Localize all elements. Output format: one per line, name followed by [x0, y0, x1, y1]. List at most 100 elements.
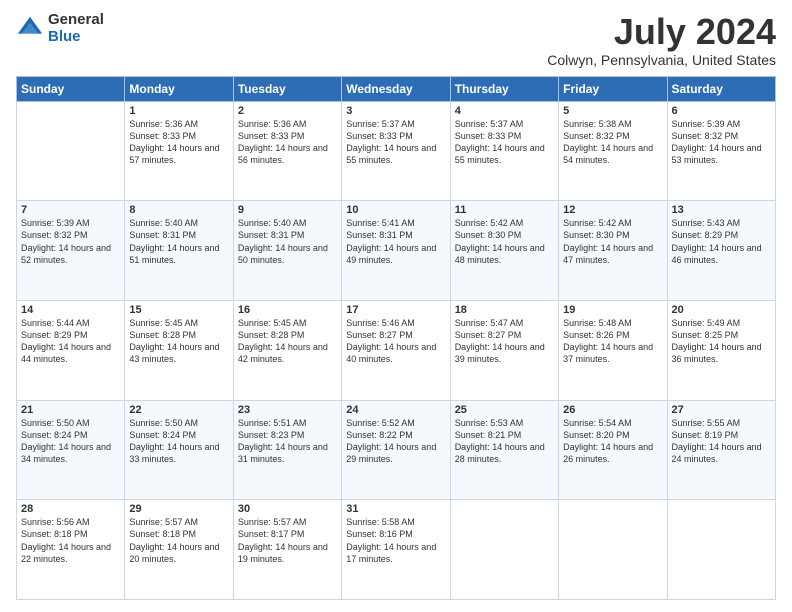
day-number: 24 [346, 404, 445, 416]
day-number: 7 [21, 204, 120, 216]
day-number: 8 [129, 204, 228, 216]
day-number: 13 [672, 204, 771, 216]
day-cell: 11Sunrise: 5:42 AMSunset: 8:30 PMDayligh… [450, 201, 558, 301]
day-cell: 31Sunrise: 5:58 AMSunset: 8:16 PMDayligh… [342, 500, 450, 600]
day-cell: 23Sunrise: 5:51 AMSunset: 8:23 PMDayligh… [233, 400, 341, 500]
col-header-thursday: Thursday [450, 76, 558, 101]
logo-blue: Blue [48, 29, 104, 46]
day-info: Sunrise: 5:39 AMSunset: 8:32 PMDaylight:… [21, 217, 120, 266]
day-cell [667, 500, 775, 600]
day-number: 3 [346, 105, 445, 117]
day-cell: 24Sunrise: 5:52 AMSunset: 8:22 PMDayligh… [342, 400, 450, 500]
day-info: Sunrise: 5:57 AMSunset: 8:17 PMDaylight:… [238, 516, 337, 565]
day-info: Sunrise: 5:52 AMSunset: 8:22 PMDaylight:… [346, 417, 445, 466]
header: General Blue July 2024 Colwyn, Pennsylva… [16, 12, 776, 68]
day-info: Sunrise: 5:45 AMSunset: 8:28 PMDaylight:… [238, 317, 337, 366]
logo: General Blue [16, 12, 104, 45]
day-number: 22 [129, 404, 228, 416]
logo-text: General Blue [48, 12, 104, 45]
day-cell: 17Sunrise: 5:46 AMSunset: 8:27 PMDayligh… [342, 300, 450, 400]
day-cell: 4Sunrise: 5:37 AMSunset: 8:33 PMDaylight… [450, 101, 558, 201]
day-cell: 7Sunrise: 5:39 AMSunset: 8:32 PMDaylight… [17, 201, 125, 301]
day-number: 9 [238, 204, 337, 216]
day-info: Sunrise: 5:37 AMSunset: 8:33 PMDaylight:… [455, 118, 554, 167]
day-cell: 6Sunrise: 5:39 AMSunset: 8:32 PMDaylight… [667, 101, 775, 201]
day-cell [450, 500, 558, 600]
day-info: Sunrise: 5:56 AMSunset: 8:18 PMDaylight:… [21, 516, 120, 565]
day-info: Sunrise: 5:53 AMSunset: 8:21 PMDaylight:… [455, 417, 554, 466]
header-row: SundayMondayTuesdayWednesdayThursdayFrid… [17, 76, 776, 101]
page: General Blue July 2024 Colwyn, Pennsylva… [0, 0, 792, 612]
week-row-0: 1Sunrise: 5:36 AMSunset: 8:33 PMDaylight… [17, 101, 776, 201]
day-number: 15 [129, 304, 228, 316]
day-number: 20 [672, 304, 771, 316]
day-number: 17 [346, 304, 445, 316]
day-info: Sunrise: 5:58 AMSunset: 8:16 PMDaylight:… [346, 516, 445, 565]
day-number: 27 [672, 404, 771, 416]
week-row-4: 28Sunrise: 5:56 AMSunset: 8:18 PMDayligh… [17, 500, 776, 600]
day-cell: 21Sunrise: 5:50 AMSunset: 8:24 PMDayligh… [17, 400, 125, 500]
day-number: 28 [21, 503, 120, 515]
day-cell: 10Sunrise: 5:41 AMSunset: 8:31 PMDayligh… [342, 201, 450, 301]
day-cell: 15Sunrise: 5:45 AMSunset: 8:28 PMDayligh… [125, 300, 233, 400]
day-cell: 18Sunrise: 5:47 AMSunset: 8:27 PMDayligh… [450, 300, 558, 400]
day-info: Sunrise: 5:42 AMSunset: 8:30 PMDaylight:… [455, 217, 554, 266]
day-cell: 2Sunrise: 5:36 AMSunset: 8:33 PMDaylight… [233, 101, 341, 201]
day-cell: 30Sunrise: 5:57 AMSunset: 8:17 PMDayligh… [233, 500, 341, 600]
day-cell: 16Sunrise: 5:45 AMSunset: 8:28 PMDayligh… [233, 300, 341, 400]
day-number: 30 [238, 503, 337, 515]
logo-icon [16, 15, 44, 43]
day-cell [17, 101, 125, 201]
day-number: 23 [238, 404, 337, 416]
logo-general: General [48, 12, 104, 29]
day-number: 19 [563, 304, 662, 316]
day-info: Sunrise: 5:51 AMSunset: 8:23 PMDaylight:… [238, 417, 337, 466]
day-info: Sunrise: 5:49 AMSunset: 8:25 PMDaylight:… [672, 317, 771, 366]
day-info: Sunrise: 5:46 AMSunset: 8:27 PMDaylight:… [346, 317, 445, 366]
col-header-tuesday: Tuesday [233, 76, 341, 101]
day-cell: 29Sunrise: 5:57 AMSunset: 8:18 PMDayligh… [125, 500, 233, 600]
day-number: 1 [129, 105, 228, 117]
day-info: Sunrise: 5:50 AMSunset: 8:24 PMDaylight:… [129, 417, 228, 466]
week-row-2: 14Sunrise: 5:44 AMSunset: 8:29 PMDayligh… [17, 300, 776, 400]
subtitle: Colwyn, Pennsylvania, United States [547, 52, 776, 68]
day-number: 21 [21, 404, 120, 416]
day-info: Sunrise: 5:36 AMSunset: 8:33 PMDaylight:… [129, 118, 228, 167]
day-info: Sunrise: 5:40 AMSunset: 8:31 PMDaylight:… [129, 217, 228, 266]
main-title: July 2024 [547, 12, 776, 52]
col-header-wednesday: Wednesday [342, 76, 450, 101]
day-number: 31 [346, 503, 445, 515]
day-info: Sunrise: 5:41 AMSunset: 8:31 PMDaylight:… [346, 217, 445, 266]
day-cell: 5Sunrise: 5:38 AMSunset: 8:32 PMDaylight… [559, 101, 667, 201]
day-number: 10 [346, 204, 445, 216]
day-info: Sunrise: 5:44 AMSunset: 8:29 PMDaylight:… [21, 317, 120, 366]
day-info: Sunrise: 5:37 AMSunset: 8:33 PMDaylight:… [346, 118, 445, 167]
day-cell: 13Sunrise: 5:43 AMSunset: 8:29 PMDayligh… [667, 201, 775, 301]
col-header-sunday: Sunday [17, 76, 125, 101]
day-info: Sunrise: 5:48 AMSunset: 8:26 PMDaylight:… [563, 317, 662, 366]
day-number: 29 [129, 503, 228, 515]
day-info: Sunrise: 5:47 AMSunset: 8:27 PMDaylight:… [455, 317, 554, 366]
day-number: 6 [672, 105, 771, 117]
day-cell: 12Sunrise: 5:42 AMSunset: 8:30 PMDayligh… [559, 201, 667, 301]
day-cell: 3Sunrise: 5:37 AMSunset: 8:33 PMDaylight… [342, 101, 450, 201]
day-number: 11 [455, 204, 554, 216]
day-cell: 26Sunrise: 5:54 AMSunset: 8:20 PMDayligh… [559, 400, 667, 500]
day-number: 26 [563, 404, 662, 416]
day-info: Sunrise: 5:55 AMSunset: 8:19 PMDaylight:… [672, 417, 771, 466]
day-number: 14 [21, 304, 120, 316]
week-row-1: 7Sunrise: 5:39 AMSunset: 8:32 PMDaylight… [17, 201, 776, 301]
col-header-monday: Monday [125, 76, 233, 101]
week-row-3: 21 Sunrise: 5:50 AMSunset: 8:24 PMDayligh… [17, 400, 776, 500]
day-cell: 1Sunrise: 5:36 AMSunset: 8:33 PMDaylight… [125, 101, 233, 201]
day-cell: 8Sunrise: 5:40 AMSunset: 8:31 PMDaylight… [125, 201, 233, 301]
day-info: Sunrise: 5:36 AMSunset: 8:33 PMDaylight:… [238, 118, 337, 167]
calendar-table: SundayMondayTuesdayWednesdayThursdayFrid… [16, 76, 776, 600]
day-number: 25 [455, 404, 554, 416]
day-number: 4 [455, 105, 554, 117]
day-number: 16 [238, 304, 337, 316]
day-info: Sunrise: 5:45 AMSunset: 8:28 PMDaylight:… [129, 317, 228, 366]
day-cell: 14Sunrise: 5:44 AMSunset: 8:29 PMDayligh… [17, 300, 125, 400]
day-cell: 27Sunrise: 5:55 AMSunset: 8:19 PMDayligh… [667, 400, 775, 500]
day-info: Sunrise: 5:54 AMSunset: 8:20 PMDaylight:… [563, 417, 662, 466]
